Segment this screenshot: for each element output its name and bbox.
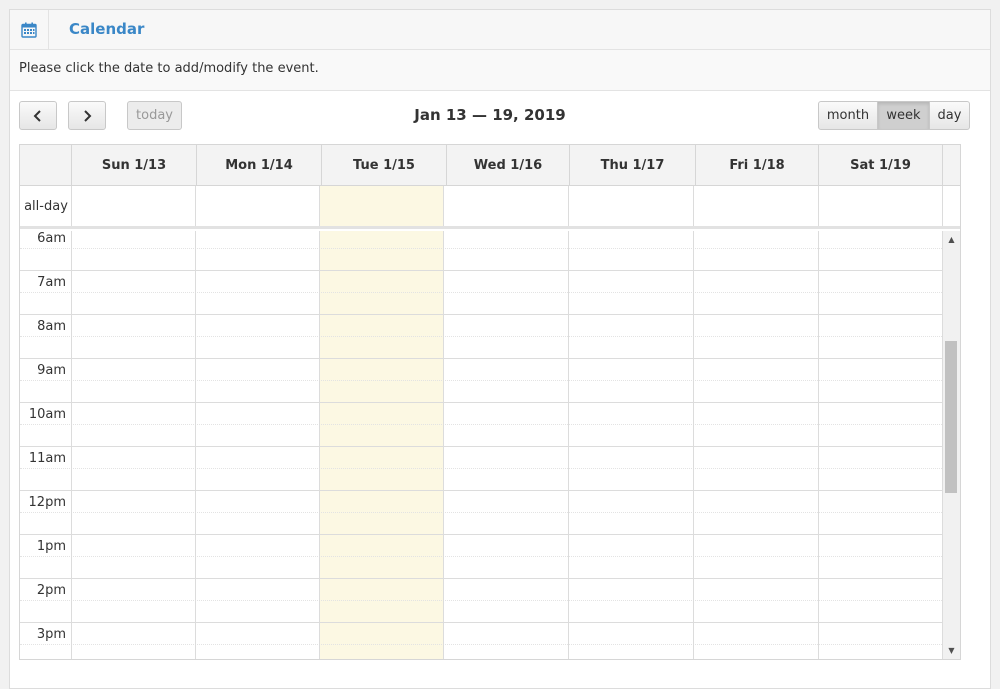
today-highlight <box>319 186 443 226</box>
week-calendar: Sun 1/13 Mon 1/14 Tue 1/15 Wed 1/16 Thu … <box>19 144 961 660</box>
instruction-text: Please click the date to add/modify the … <box>10 50 990 91</box>
time-slot[interactable]: 9am <box>20 358 942 380</box>
time-slot-half[interactable] <box>20 512 942 534</box>
time-slot-label: 7am <box>37 275 66 290</box>
time-slot-half[interactable] <box>20 380 942 402</box>
time-slot-half[interactable] <box>20 556 942 578</box>
time-slot[interactable]: 12pm <box>20 490 942 512</box>
week-view-button[interactable]: week <box>877 101 930 130</box>
time-slot-label: 10am <box>28 407 66 422</box>
chevron-right-icon <box>84 109 92 122</box>
time-slot[interactable]: 2pm <box>20 578 942 600</box>
time-slot[interactable]: 3pm <box>20 622 942 644</box>
time-slot-label: 11am <box>28 451 66 466</box>
time-slot[interactable]: 8am <box>20 314 942 336</box>
time-slot[interactable]: 7am <box>20 270 942 292</box>
calendar-toolbar: today Jan 13 — 19, 2019 month week day <box>19 101 970 133</box>
day-header-mon: Mon 1/14 <box>196 145 321 186</box>
day-header-sat: Sat 1/19 <box>818 145 943 186</box>
month-view-button[interactable]: month <box>818 101 878 130</box>
time-slot-half[interactable] <box>20 336 942 358</box>
time-slot-label: 8am <box>37 319 66 334</box>
allday-label: all-day <box>24 198 68 214</box>
next-button[interactable] <box>68 101 106 130</box>
time-slot[interactable]: 6am <box>20 231 942 248</box>
prev-button[interactable] <box>19 101 57 130</box>
day-view-button[interactable]: day <box>929 101 970 130</box>
time-slot-half[interactable] <box>20 468 942 490</box>
day-header-tue: Tue 1/15 <box>321 145 446 186</box>
day-header-sun: Sun 1/13 <box>71 145 196 186</box>
time-slot[interactable]: 11am <box>20 446 942 468</box>
time-slot-half[interactable] <box>20 424 942 446</box>
day-header-row: Sun 1/13 Mon 1/14 Tue 1/15 Wed 1/16 Thu … <box>20 145 960 186</box>
today-button[interactable]: today <box>127 101 182 130</box>
time-slot-label: 3pm <box>36 627 66 642</box>
time-slot[interactable]: 1pm <box>20 534 942 556</box>
time-slot-label: 2pm <box>36 583 66 598</box>
time-grid[interactable]: 6am 7am 8am 9am 10am 11am 12pm 1pm 2pm 3pm ▲ ▼ <box>20 231 960 659</box>
time-slot-half[interactable] <box>20 292 942 314</box>
time-slot-half[interactable] <box>20 644 942 659</box>
panel-header: Calendar <box>10 10 990 50</box>
scroll-down-arrow-icon[interactable]: ▼ <box>943 642 960 659</box>
time-slot-label: 12pm <box>28 495 66 510</box>
day-header-thu: Thu 1/17 <box>569 145 695 186</box>
day-header-fri: Fri 1/18 <box>695 145 818 186</box>
time-slot-label: 9am <box>37 363 66 378</box>
calendar-icon <box>10 10 49 49</box>
time-slot-half[interactable] <box>20 248 942 270</box>
time-slot[interactable]: 10am <box>20 402 942 424</box>
time-slot-label: 1pm <box>36 539 66 554</box>
time-slot-half[interactable] <box>20 600 942 622</box>
day-header-wed: Wed 1/16 <box>446 145 569 186</box>
page-title: Calendar <box>69 20 145 38</box>
time-grid-scrollbar[interactable]: ▲ ▼ <box>943 231 960 659</box>
scroll-thumb[interactable] <box>945 341 957 493</box>
time-slot-label: 6am <box>37 231 66 246</box>
chevron-left-icon <box>33 109 41 122</box>
scroll-up-arrow-icon[interactable]: ▲ <box>943 231 960 248</box>
allday-row[interactable]: all-day <box>20 186 960 229</box>
